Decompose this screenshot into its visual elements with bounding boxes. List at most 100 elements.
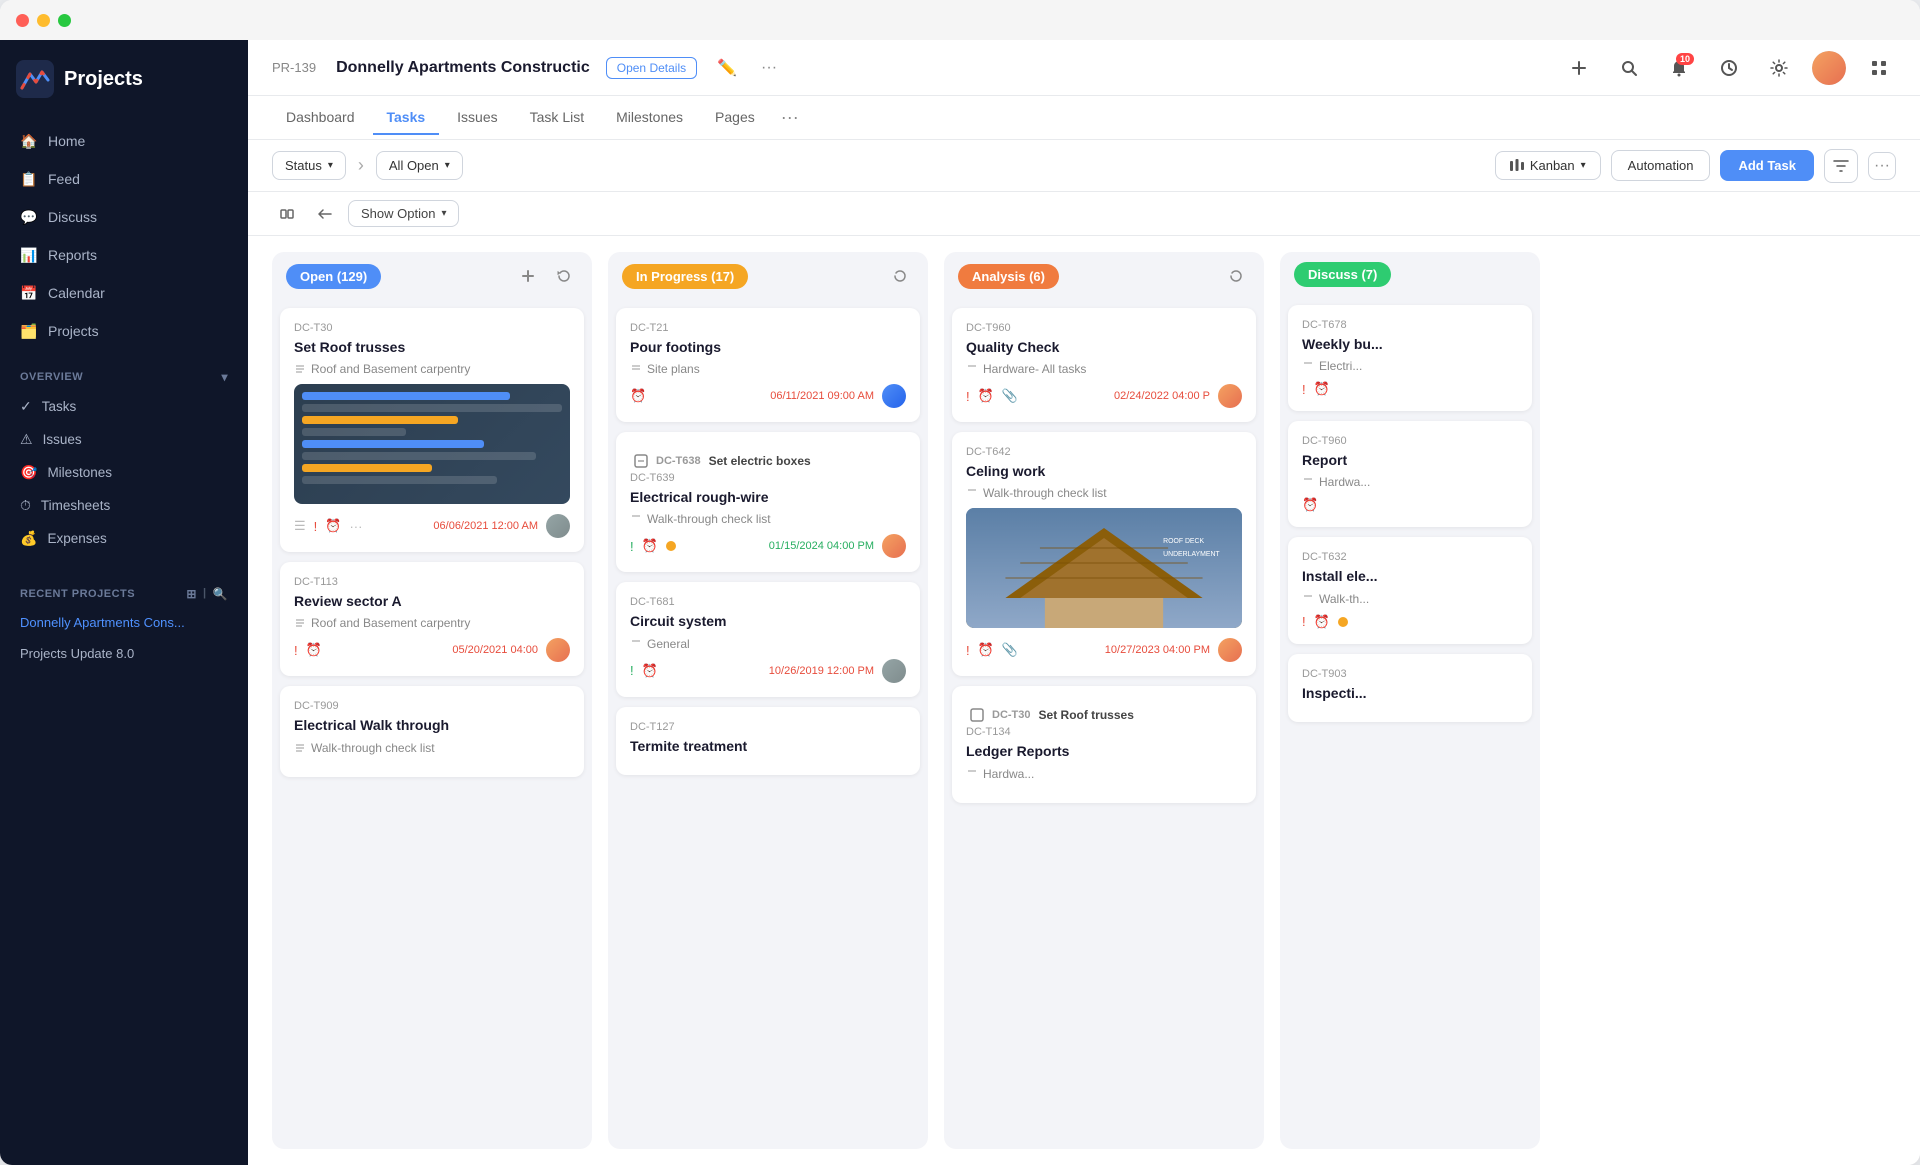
feed-icon: 📋: [20, 170, 38, 188]
tab-milestones[interactable]: Milestones: [602, 101, 697, 135]
filter-icon: [1833, 158, 1849, 174]
task-card-dc-t134[interactable]: DC-T30 Set Roof trusses DC-T134 Ledger R…: [952, 686, 1256, 802]
task-subtitle: Walk-through check list: [294, 741, 570, 755]
tab-pages[interactable]: Pages: [701, 101, 769, 135]
task-title: Termite treatment: [630, 737, 906, 755]
tab-dashboard[interactable]: Dashboard: [272, 101, 369, 135]
overview-expenses[interactable]: 💰 Expenses: [0, 522, 248, 555]
tab-task-list[interactable]: Task List: [516, 101, 598, 135]
add-task-button[interactable]: Add Task: [1720, 150, 1814, 181]
sidebar-item-reports[interactable]: 📊 Reports: [8, 236, 240, 274]
tasks-icon: ✓: [20, 398, 32, 415]
clock-button[interactable]: [1712, 51, 1746, 85]
sidebar-item-feed[interactable]: 📋 Feed: [8, 160, 240, 198]
all-open-filter-button[interactable]: All Open ▾: [376, 151, 463, 180]
calendar-icon: 📅: [20, 284, 38, 302]
chevron-down-icon[interactable]: ▾: [221, 370, 228, 384]
task-card-dc-t681[interactable]: DC-T681 Circuit system General ! ⏰ 10/26…: [616, 582, 920, 696]
more-footer-icon: ···: [349, 519, 362, 534]
group-icon: [634, 454, 648, 468]
more-toolbar-icon[interactable]: ···: [1868, 152, 1896, 180]
column-open-actions: [514, 262, 578, 290]
close-button[interactable]: [16, 14, 29, 27]
nav-label-discuss: Discuss: [48, 209, 97, 225]
more-tabs-icon[interactable]: ···: [773, 103, 807, 132]
sidebar-item-discuss[interactable]: 💬 Discuss: [8, 198, 240, 236]
analysis-badge: Analysis (6): [958, 264, 1059, 289]
task-card-dc-t632[interactable]: DC-T632 Install ele... Walk-th... ! ⏰: [1288, 537, 1532, 643]
timesheets-icon: ⏱: [20, 497, 31, 514]
column-inprogress-header: In Progress (17): [608, 252, 928, 300]
task-card-dc-t127[interactable]: DC-T127 Termite treatment: [616, 707, 920, 775]
kanban-view-button[interactable]: Kanban ▾: [1495, 151, 1601, 180]
sidebar-item-projects[interactable]: 🗂️ Projects: [8, 312, 240, 350]
refresh-open-icon[interactable]: [550, 262, 578, 290]
add-task-open-icon[interactable]: [514, 262, 542, 290]
task-card-dc-t21[interactable]: DC-T21 Pour footings Site plans ⏰ 06/11/…: [616, 308, 920, 422]
sidebar-item-home[interactable]: 🏠 Home: [8, 122, 240, 160]
more-options-icon[interactable]: ···: [757, 55, 781, 81]
minimize-button[interactable]: [37, 14, 50, 27]
maximize-button[interactable]: [58, 14, 71, 27]
task-card-dc-t642[interactable]: DC-T642 Celing work Walk-through check l…: [952, 432, 1256, 676]
tab-tasks[interactable]: Tasks: [373, 101, 440, 135]
task-subtitle: Electri...: [1302, 359, 1518, 373]
task-card-dc-t960[interactable]: DC-T960 Quality Check Hardware- All task…: [952, 308, 1256, 422]
refresh-inprogress-icon[interactable]: [886, 262, 914, 290]
divider: |: [203, 587, 207, 601]
expand-icon[interactable]: [310, 199, 340, 229]
search-button[interactable]: [1612, 51, 1646, 85]
user-avatar[interactable]: [1812, 51, 1846, 85]
filter-icon-button[interactable]: [1824, 149, 1858, 183]
overview-milestones[interactable]: 🎯 Milestones: [0, 456, 248, 489]
exclaim-footer-icon: !: [294, 643, 298, 658]
task-card-dc-t639[interactable]: DC-T638 Set electric boxes DC-T639 Elect…: [616, 432, 920, 572]
status-filter-button[interactable]: Status ▾: [272, 151, 346, 180]
task-date: 06/11/2021 09:00 AM: [770, 390, 874, 402]
tab-issues[interactable]: Issues: [443, 101, 511, 135]
grid-button[interactable]: [1862, 51, 1896, 85]
task-subtitle: Roof and Basement carpentry: [294, 362, 570, 376]
recent-project-donnelly[interactable]: Donnelly Apartments Cons...: [0, 607, 248, 638]
show-option-button[interactable]: Show Option ▾: [348, 200, 459, 227]
overview-tasks[interactable]: ✓ Tasks: [0, 390, 248, 423]
add-button[interactable]: [1562, 51, 1596, 85]
task-card-dc-t113[interactable]: DC-T113 Review sector A Roof and Basemen…: [280, 562, 584, 676]
open-details-button[interactable]: Open Details: [606, 57, 697, 79]
sidebar-item-calendar[interactable]: 📅 Calendar: [8, 274, 240, 312]
task-id: DC-T632: [1302, 551, 1518, 563]
settings-button[interactable]: [1762, 51, 1796, 85]
notification-button[interactable]: 10: [1662, 51, 1696, 85]
task-card-dc-t903[interactable]: DC-T903 Inspecti...: [1288, 654, 1532, 722]
task-card-dc-t678[interactable]: DC-T678 Weekly bu... Electri... ! ⏰: [1288, 305, 1532, 411]
list-icon: [630, 363, 642, 375]
task-title: Report: [1302, 451, 1518, 469]
task-card-dc-t30[interactable]: DC-T30 Set Roof trusses Roof and Basemen…: [280, 308, 584, 552]
task-card-dc-t909[interactable]: DC-T909 Electrical Walk through Walk-thr…: [280, 686, 584, 776]
projects-icon: 🗂️: [20, 322, 38, 340]
milestones-icon: 🎯: [20, 464, 37, 481]
home-icon: 🏠: [20, 132, 38, 150]
task-date: 01/15/2024 04:00 PM: [769, 540, 874, 552]
task-footer: ☰ ! ⏰ ··· 06/06/2021 12:00 AM: [294, 514, 570, 538]
list-icon: [1302, 593, 1314, 605]
task-card-dc-t960-discuss[interactable]: DC-T960 Report Hardwa... ⏰: [1288, 421, 1532, 527]
sidebar-logo: Projects: [0, 40, 248, 118]
recent-project-update[interactable]: Projects Update 8.0: [0, 638, 248, 669]
pencil-icon[interactable]: ✏️: [713, 54, 741, 82]
clip-footer-icon: 📎: [1002, 388, 1018, 404]
task-title: Ledger Reports: [966, 742, 1242, 760]
overview-timesheets[interactable]: ⏱ Timesheets: [0, 489, 248, 522]
task-avatar: [882, 659, 906, 683]
filter-icon[interactable]: ⊞: [186, 587, 197, 601]
list-icon: [966, 768, 978, 780]
task-footer: ! ⏰ 05/20/2021 04:00: [294, 638, 570, 662]
search-icon[interactable]: 🔍: [213, 587, 228, 601]
overview-issues[interactable]: ⚠ Issues: [0, 423, 248, 456]
group-icon: [970, 708, 984, 722]
task-title: Circuit system: [630, 612, 906, 630]
nav-label-calendar: Calendar: [48, 285, 105, 301]
refresh-analysis-icon[interactable]: [1222, 262, 1250, 290]
collapse-icon[interactable]: [272, 199, 302, 229]
automation-button[interactable]: Automation: [1611, 150, 1711, 181]
